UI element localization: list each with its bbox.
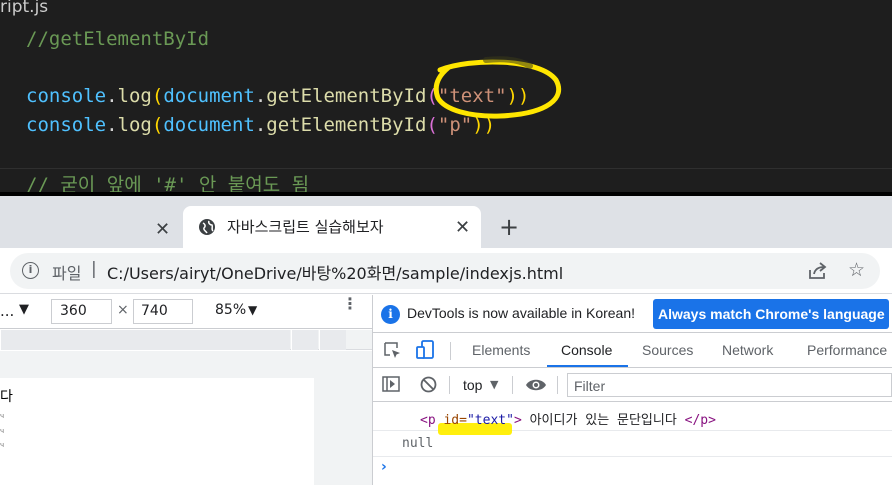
bookmark-star-icon[interactable]: ☆ — [848, 259, 865, 281]
annotation-circle — [433, 56, 562, 119]
toolbar-divider — [557, 376, 558, 394]
zoom-arrow-icon[interactable]: ▼ — [248, 303, 257, 317]
console-null-output: null — [402, 436, 434, 451]
site-info-icon[interactable]: i — [22, 262, 39, 279]
url-separator: | — [91, 259, 97, 279]
page-tiny-mark: ч — [0, 412, 5, 420]
url-scheme-label: 파일 — [52, 264, 82, 283]
dimension-times: × — [117, 302, 129, 318]
prev-tab-close-icon[interactable]: ✕ — [155, 219, 170, 240]
ruler-segment[interactable] — [0, 330, 290, 350]
device-toggle-icon[interactable] — [416, 340, 436, 360]
tab-elements[interactable]: Elements — [472, 342, 530, 358]
tab-close-icon[interactable]: ✕ — [455, 217, 470, 238]
tab-network[interactable]: Network — [722, 342, 773, 358]
device-height-input[interactable]: 740 — [133, 299, 193, 324]
zoom-select[interactable]: 85% — [215, 302, 246, 318]
ruler-segment[interactable] — [319, 330, 346, 350]
url-text[interactable]: C:/Users/airyt/OneDrive/바탕%20화면/sample/i… — [107, 260, 563, 284]
device-select[interactable]: ... — [0, 302, 14, 320]
console-element-output[interactable]: <p id="text"> 아이디가 있는 문단입니다 </p> — [420, 409, 716, 428]
active-tab-indicator — [547, 365, 628, 367]
device-width-input[interactable]: 360 — [51, 299, 112, 324]
share-icon[interactable] — [808, 262, 828, 280]
ruler-segment[interactable] — [291, 330, 318, 350]
tab-console[interactable]: Console — [561, 342, 612, 358]
console-prompt-chevron-icon[interactable]: › — [381, 459, 387, 475]
emulated-viewport[interactable] — [0, 378, 314, 485]
toolbar-divider — [512, 376, 513, 394]
notice-info-icon: i — [381, 305, 400, 324]
page-tiny-mark: ч — [0, 427, 5, 435]
tab-title: 자바스크립트 실습해보자 — [227, 218, 384, 236]
new-tab-button[interactable]: + — [499, 213, 519, 241]
notice-text: DevTools is now available in Korean! — [407, 305, 636, 321]
page-tiny-mark: ч — [0, 441, 5, 449]
console-filter-input[interactable]: Filter — [567, 373, 892, 397]
device-more-icon[interactable]: ⋮ — [342, 296, 358, 312]
tab-performance[interactable]: Performance — [807, 342, 887, 358]
toolbar-divider — [450, 342, 451, 360]
code-editor: ript.js //getElementById console.log(doc… — [0, 0, 892, 196]
inspect-element-icon[interactable] — [384, 342, 402, 360]
tab-sources[interactable]: Sources — [642, 342, 693, 358]
globe-icon — [199, 219, 215, 235]
context-arrow-icon[interactable]: ▼ — [490, 378, 498, 391]
device-select-arrow-icon[interactable]: ▼ — [19, 302, 29, 317]
toolbar-divider — [449, 376, 450, 394]
sidebar-toggle-icon[interactable] — [382, 376, 400, 392]
console-row-divider — [373, 456, 892, 457]
always-match-language-button[interactable]: Always match Chrome's language — [653, 299, 889, 329]
page-text-fragment: 다 — [0, 389, 13, 405]
context-select[interactable]: top — [463, 377, 482, 393]
clear-console-icon[interactable] — [420, 376, 437, 393]
live-expression-eye-icon[interactable] — [525, 378, 547, 392]
